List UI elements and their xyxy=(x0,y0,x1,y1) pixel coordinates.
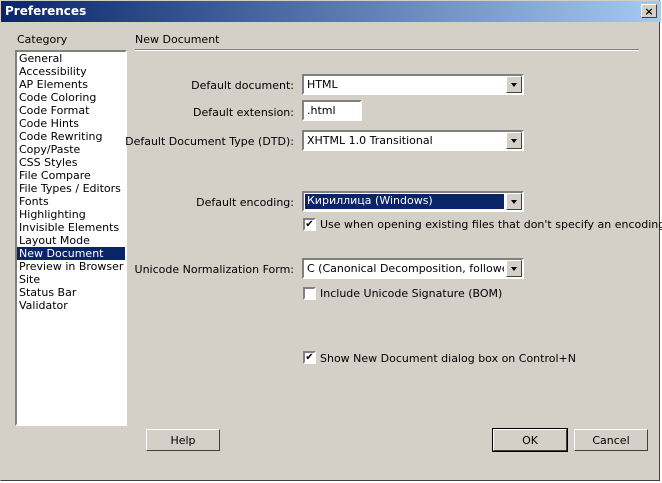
default-extension-label: Default extension: xyxy=(192,106,294,119)
dtd-label: Default Document Type (DTD): xyxy=(125,135,294,148)
unicode-form-label: Unicode Normalization Form: xyxy=(134,263,294,276)
category-list[interactable]: General Accessibility AP Elements Code Colo… xyxy=(15,50,127,426)
chevron-down-icon[interactable] xyxy=(506,193,522,210)
use-encoding-checkbox[interactable]: ✔ xyxy=(303,218,316,231)
category-item[interactable]: Site xyxy=(17,273,125,286)
category-item[interactable]: File Types / Editors xyxy=(17,182,125,195)
unicode-form-select[interactable]: C (Canonical Decomposition, followed by … xyxy=(302,258,524,279)
ok-button[interactable]: OK xyxy=(492,428,568,452)
close-button[interactable]: × xyxy=(641,4,657,18)
encoding-select[interactable]: Кириллица (Windows) xyxy=(302,191,524,212)
help-button[interactable]: Help xyxy=(146,429,220,451)
chevron-down-icon[interactable] xyxy=(506,76,522,93)
category-item[interactable]: Code Coloring xyxy=(17,91,125,104)
category-item[interactable]: Validator xyxy=(17,299,125,312)
default-document-value: HTML xyxy=(307,78,338,91)
title-bar[interactable]: Preferences × xyxy=(1,1,661,22)
category-item[interactable]: Preview in Browser xyxy=(17,260,125,273)
section-title: New Document xyxy=(135,33,220,46)
preferences-dialog: Preferences × Category New Document Gene… xyxy=(0,0,662,481)
show-dialog-checkbox[interactable]: ✔ xyxy=(303,351,316,364)
window-title: Preferences xyxy=(5,4,87,18)
category-item[interactable]: Copy/Paste xyxy=(17,143,125,156)
chevron-down-icon[interactable] xyxy=(506,132,522,149)
category-item[interactable]: Code Rewriting xyxy=(17,130,125,143)
unicode-signature-label: Include Unicode Signature (BOM) xyxy=(320,287,503,300)
category-item[interactable]: Accessibility xyxy=(17,65,125,78)
category-item[interactable]: File Compare xyxy=(17,169,125,182)
dtd-value: XHTML 1.0 Transitional xyxy=(307,134,433,147)
encoding-value: Кириллица (Windows) xyxy=(305,194,504,209)
category-item[interactable]: Invisible Elements xyxy=(17,221,125,234)
cancel-button[interactable]: Cancel xyxy=(574,429,648,451)
category-label: Category xyxy=(17,33,68,46)
chevron-down-icon[interactable] xyxy=(506,260,522,277)
category-item[interactable]: General xyxy=(17,52,125,65)
category-item[interactable]: AP Elements xyxy=(17,78,125,91)
use-encoding-label: Use when opening existing files that don… xyxy=(320,218,662,231)
default-extension-input[interactable]: .html xyxy=(302,100,362,121)
show-dialog-label: Show New Document dialog box on Control+… xyxy=(320,352,576,365)
section-divider xyxy=(135,49,639,51)
category-item[interactable]: Status Bar xyxy=(17,286,125,299)
encoding-label: Default encoding: xyxy=(196,196,294,209)
default-document-select[interactable]: HTML xyxy=(302,74,524,95)
unicode-form-value: C (Canonical Decomposition, followed by … xyxy=(307,262,504,275)
category-item[interactable]: Fonts xyxy=(17,195,125,208)
dtd-select[interactable]: XHTML 1.0 Transitional xyxy=(302,130,524,151)
category-item[interactable]: Code Format xyxy=(17,104,125,117)
default-document-label: Default document: xyxy=(191,79,294,92)
category-item[interactable]: Layout Mode xyxy=(17,234,125,247)
category-item[interactable]: Code Hints xyxy=(17,117,125,130)
unicode-signature-checkbox[interactable] xyxy=(303,287,316,300)
category-item[interactable]: New Document xyxy=(17,247,125,260)
category-item[interactable]: Highlighting xyxy=(17,208,125,221)
category-item[interactable]: CSS Styles xyxy=(17,156,125,169)
